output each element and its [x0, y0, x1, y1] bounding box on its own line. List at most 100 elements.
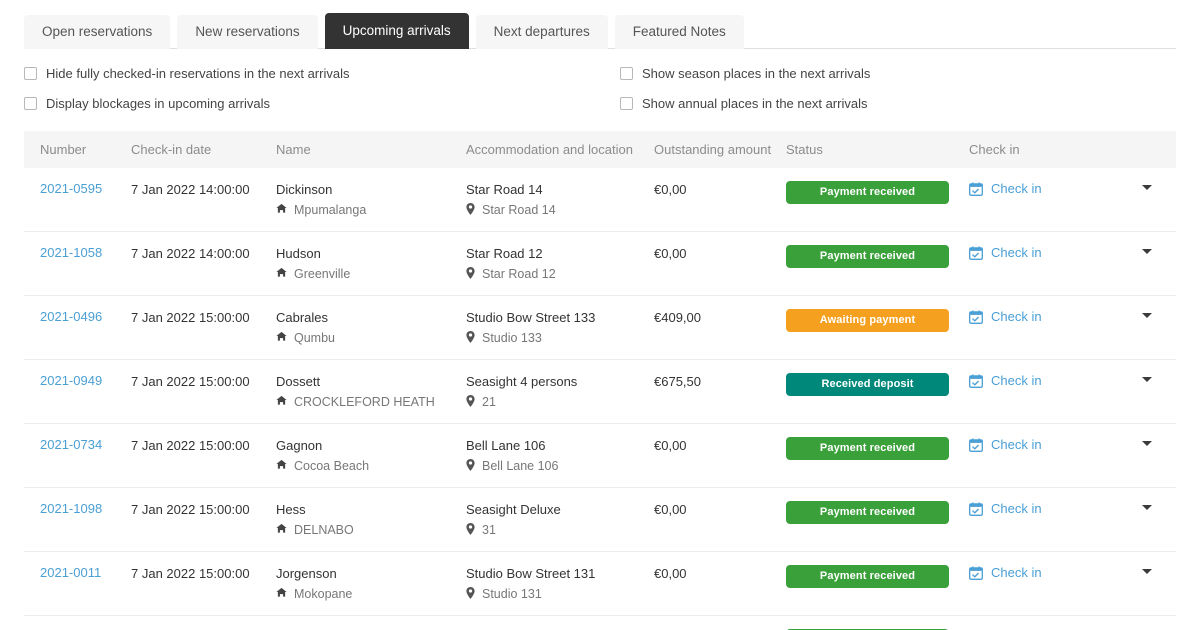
filter-checkbox-3[interactable]: Display blockages in upcoming arrivals: [24, 96, 620, 111]
tab-label: Upcoming arrivals: [342, 23, 451, 39]
chevron-down-icon[interactable]: [1142, 185, 1152, 190]
guest-city: Cocoa Beach: [294, 459, 370, 473]
guest-city-row: Qumbu: [276, 330, 466, 346]
calendar-check-icon: [969, 565, 983, 580]
cell-row-menu: [1121, 168, 1176, 232]
chevron-down-icon[interactable]: [1142, 441, 1152, 446]
map-pin-icon: [466, 394, 475, 410]
calendar-check-icon: [969, 309, 983, 324]
accommodation-location-row: Studio 133: [466, 330, 654, 346]
check-in-button[interactable]: Check in: [969, 565, 1042, 580]
filter-checkbox-2[interactable]: Show season places in the next arrivals: [620, 66, 1176, 81]
filter-checkbox-1[interactable]: Hide fully checked-in reservations in th…: [24, 66, 620, 81]
accommodation-name: Star Road 12: [466, 246, 543, 261]
chevron-down-icon[interactable]: [1142, 505, 1152, 510]
checkin-date-text: 7 Jan 2022 14:00:00: [131, 246, 250, 261]
outstanding-amount: €0,00: [654, 182, 687, 197]
cell-status: Received deposit: [786, 359, 969, 424]
check-in-button[interactable]: Check in: [969, 309, 1042, 324]
cell-checkin-date: 7 Jan 2022 15:00:00: [131, 359, 276, 424]
cell-outstanding-amount: €675,50: [654, 359, 786, 424]
cell-row-menu: [1121, 615, 1176, 630]
status-badge[interactable]: Payment received: [786, 245, 949, 268]
cell-outstanding-amount: €0,00: [654, 423, 786, 488]
cell-accommodation: Star Road 14 Star Road 14: [466, 168, 654, 232]
checkbox-box[interactable]: [620, 67, 633, 80]
column-header-number: Number: [24, 131, 131, 168]
cell-check-in: Check in: [969, 423, 1121, 488]
accommodation-location-row: 31: [466, 522, 654, 538]
cell-name: Hudson Greenville: [276, 231, 466, 296]
guest-name: Gagnon: [276, 438, 323, 453]
filter-options: Hide fully checked-in reservations in th…: [0, 49, 1200, 111]
column-header-label: Check in: [969, 142, 1020, 157]
check-in-button[interactable]: Check in: [969, 437, 1042, 452]
guest-name: Dickinson: [276, 182, 333, 197]
chevron-down-icon[interactable]: [1142, 377, 1152, 382]
check-in-button[interactable]: Check in: [969, 181, 1042, 196]
check-in-button[interactable]: Check in: [969, 501, 1042, 516]
filter-label: Display blockages in upcoming arrivals: [46, 96, 270, 111]
checkbox-box[interactable]: [620, 97, 633, 110]
chevron-down-icon[interactable]: [1142, 249, 1152, 254]
cell-checkin-date: 7 Jan 2022 14:00:00: [131, 231, 276, 296]
status-badge[interactable]: Awaiting payment: [786, 309, 949, 332]
cell-outstanding-amount: €0,00: [654, 615, 786, 630]
accommodation-location: Bell Lane 106: [482, 459, 559, 473]
filter-checkbox-4[interactable]: Show annual places in the next arrivals: [620, 96, 1176, 111]
arrivals-table-container: Number Check-in date Name Accommodation and…: [0, 111, 1200, 630]
cell-row-menu: [1121, 551, 1176, 616]
tab-next-departures[interactable]: Next departures: [475, 15, 608, 49]
status-badge[interactable]: Received deposit: [786, 373, 949, 396]
cell-row-menu: [1121, 231, 1176, 296]
reservation-number-link[interactable]: 2021-1098: [40, 501, 102, 516]
table-row: 2021-0734 7 Jan 2022 15:00:00 Gagnon Cocoa …: [24, 423, 1176, 488]
chevron-down-icon[interactable]: [1142, 313, 1152, 318]
checkbox-box[interactable]: [24, 67, 37, 80]
guest-city: DELNABO: [294, 523, 354, 537]
tab-featured-notes[interactable]: Featured Notes: [614, 15, 744, 49]
status-badge[interactable]: Payment received: [786, 501, 949, 524]
cell-check-in: Check in: [969, 487, 1121, 552]
outstanding-amount: €0,00: [654, 246, 687, 261]
reservation-number-link[interactable]: 2021-0734: [40, 437, 102, 452]
accommodation-name: Bell Lane 106: [466, 438, 546, 453]
reservation-number-link[interactable]: 2021-0949: [40, 373, 102, 388]
map-pin-icon: [466, 330, 475, 346]
status-badge[interactable]: Payment received: [786, 437, 949, 460]
upcoming-arrivals-table: Number Check-in date Name Accommodation and…: [24, 131, 1176, 630]
check-in-button[interactable]: Check in: [969, 245, 1042, 260]
check-in-button[interactable]: Check in: [969, 373, 1042, 388]
accommodation-location: 31: [482, 523, 496, 537]
table-header: Number Check-in date Name Accommodation and…: [24, 131, 1176, 168]
check-in-label: Check in: [991, 565, 1042, 580]
tab-new-reservations[interactable]: New reservations: [177, 15, 318, 49]
calendar-check-icon: [969, 245, 983, 260]
calendar-check-icon: [969, 501, 983, 516]
cell-outstanding-amount: €0,00: [654, 231, 786, 296]
status-badge[interactable]: Payment received: [786, 565, 949, 588]
cell-number: 2021-0048: [24, 615, 131, 630]
column-header-label: Outstanding amount: [654, 142, 772, 157]
reservation-number-link[interactable]: 2021-1058: [40, 245, 102, 260]
reservation-number-link[interactable]: 2021-0011: [40, 565, 101, 580]
tab-open-reservations[interactable]: Open reservations: [24, 15, 171, 49]
chevron-down-icon[interactable]: [1142, 569, 1152, 574]
reservation-number-link[interactable]: 2021-0595: [40, 181, 102, 196]
cell-outstanding-amount: €0,00: [654, 551, 786, 616]
cell-check-in: Check in: [969, 551, 1121, 616]
cell-accommodation: Noel Road 116Noel Road 116: [466, 615, 654, 630]
cell-outstanding-amount: €0,00: [654, 487, 786, 552]
cell-checkin-date: 7 Jan 2022 14:00:00: [131, 168, 276, 232]
reservation-number-link[interactable]: 2021-0496: [40, 309, 102, 324]
column-header-outstanding-amount: Outstanding amount: [654, 131, 786, 168]
tab-upcoming-arrivals[interactable]: Upcoming arrivals: [324, 13, 469, 49]
status-badge[interactable]: Payment received: [786, 181, 949, 204]
table-row: 2021-1098 7 Jan 2022 15:00:00 Hess DELNABO S…: [24, 487, 1176, 552]
map-pin-icon: [466, 458, 475, 474]
accommodation-location-row: Bell Lane 106: [466, 458, 654, 474]
cell-accommodation: Bell Lane 106 Bell Lane 106: [466, 423, 654, 488]
accommodation-location: Studio 133: [482, 331, 542, 345]
checkin-date-text: 7 Jan 2022 14:00:00: [131, 182, 250, 197]
checkbox-box[interactable]: [24, 97, 37, 110]
